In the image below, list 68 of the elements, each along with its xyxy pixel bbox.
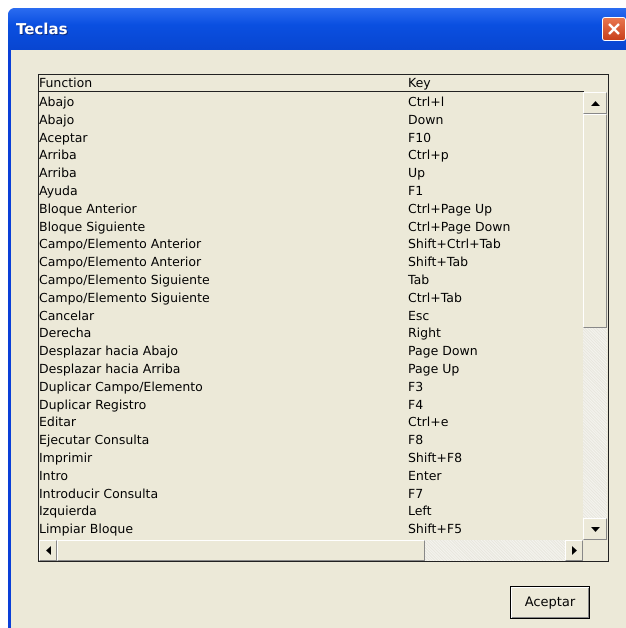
column-header: Key xyxy=(408,75,431,91)
table-cell: Ctrl+e xyxy=(408,413,448,432)
table-cell: Up xyxy=(408,164,426,182)
table-cell: Esc xyxy=(408,306,430,324)
table-cell-text: Campo/Elemento Siguiente xyxy=(39,270,211,289)
table-cell-text: Derecha xyxy=(39,324,92,342)
table-cell: F3 xyxy=(408,378,424,396)
table-cell: Left xyxy=(408,502,432,520)
table-cell-text: Ayuda xyxy=(39,182,79,200)
table-cell-text: Abajo xyxy=(39,110,76,129)
scroll-thumb[interactable] xyxy=(57,540,425,561)
table-cell: Tab xyxy=(408,270,430,289)
table-cell: F10 xyxy=(408,128,432,146)
table-cell-text: Limpiar Bloque xyxy=(39,520,134,538)
table-cell-text: Arriba xyxy=(39,164,78,182)
scroll-thumb[interactable] xyxy=(583,114,607,328)
table-cell-text: Imprimir xyxy=(39,448,94,467)
table-cell: Ctrl+l xyxy=(408,93,444,111)
table-cell: Ctrl+Page Up xyxy=(408,200,492,218)
table-cell-text: Cancelar xyxy=(39,306,96,324)
table-cell-text: Arriba xyxy=(39,146,78,164)
table-cell: F8 xyxy=(408,431,424,449)
table-cell-text: Duplicar Registro xyxy=(39,396,148,414)
close-icon xyxy=(607,22,621,36)
table-cell-text: Desplazar hacia Arriba xyxy=(39,360,182,378)
table-cell-text: Editar xyxy=(39,413,78,432)
scroll-left-button[interactable] xyxy=(39,540,57,561)
table-cell: Ctrl+Page Down xyxy=(408,218,510,236)
table-cell-text: Ejecutar Consulta xyxy=(39,431,150,449)
table-cell: Shift+Tab xyxy=(408,253,468,271)
table-cell: Page Up xyxy=(408,360,460,378)
table-cell-text: Aceptar xyxy=(39,128,89,146)
table-cell-text: Intro xyxy=(39,466,70,485)
table-cell-text: Bloque Anterior xyxy=(39,200,138,218)
table-cell-text: Desplazar hacia Abajo xyxy=(39,342,180,360)
table-cell-text: Bloque Siguiente xyxy=(39,218,146,236)
table-cell: F4 xyxy=(408,396,424,414)
left-arrow-icon xyxy=(46,546,50,555)
table-cell-text: Campo/Elemento Siguiente xyxy=(39,288,211,307)
window-title: Teclas xyxy=(16,20,68,38)
down-arrow-icon xyxy=(590,526,600,532)
up-arrow-icon xyxy=(590,100,600,106)
accept-button[interactable]: Aceptar xyxy=(510,586,590,619)
vertical-scrollbar[interactable] xyxy=(583,92,607,540)
table-cell: F1 xyxy=(408,182,424,200)
table-cell: F7 xyxy=(408,484,424,502)
right-arrow-icon xyxy=(572,546,576,555)
column-header: Function xyxy=(39,75,94,91)
table-cell: Right xyxy=(408,324,441,342)
scroll-up-button[interactable] xyxy=(583,92,607,114)
table-cell: Down xyxy=(408,110,444,129)
table-cell: Enter xyxy=(408,466,442,485)
scroll-down-button[interactable] xyxy=(583,518,607,540)
table-cell: Page Down xyxy=(408,342,478,360)
table-cell-text: Izquierda xyxy=(39,502,98,520)
table-cell-text: Abajo xyxy=(39,93,76,111)
scroll-right-button[interactable] xyxy=(565,540,583,561)
horizontal-scrollbar[interactable] xyxy=(39,540,583,561)
close-button[interactable] xyxy=(602,17,626,41)
table-cell: Ctrl+p xyxy=(408,146,449,164)
table-cell-text: Campo/Elemento Anterior xyxy=(39,235,202,254)
table-cell-text: Duplicar Campo/Elemento xyxy=(39,378,204,396)
table-cell-text: Campo/Elemento Anterior xyxy=(39,253,202,271)
table-cell: Shift+F8 xyxy=(408,448,462,467)
table-cell: Ctrl+Tab xyxy=(408,288,462,307)
table-cell: Shift+F5 xyxy=(408,520,462,538)
table-cell: Shift+Ctrl+Tab xyxy=(408,235,501,254)
table-cell-text: Introducir Consulta xyxy=(39,484,160,502)
